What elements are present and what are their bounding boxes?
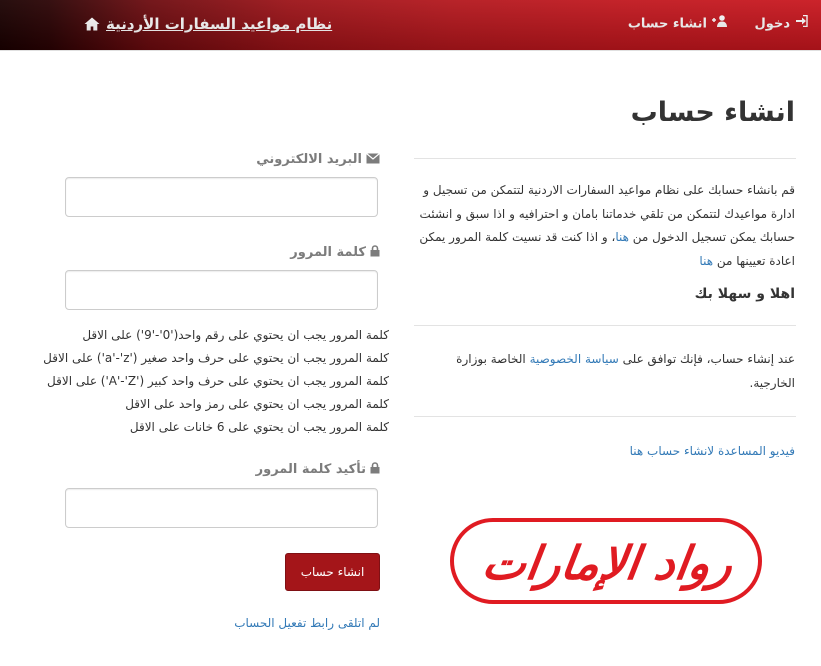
user-plus-icon [712,0,728,48]
password-rule: كلمة المرور يجب ان يحتوي على 6 خانات على… [129,420,389,434]
divider [414,416,796,417]
password-rule: كلمة المرور يجب ان يحتوي على رقم واحد('0… [82,328,389,342]
home-icon [84,2,100,50]
svg-text:رواد الإمارات: رواد الإمارات [479,536,737,592]
welcome-heading: اهلا و سهلا بك [694,286,795,302]
lock-icon [370,245,380,261]
create-account-button[interactable]: انشاء حساب [285,553,380,591]
nav-register-label: انشاء حساب [627,16,707,32]
brand-link[interactable]: نظام مواعيد السفارات الأردنية [84,0,332,50]
divider [414,325,796,326]
nav-login-link[interactable]: دخول [755,0,808,50]
password-label: كلمة المرور [290,245,380,261]
privacy-text: عند إنشاء حساب، فإنك توافق على [618,352,795,366]
email-field[interactable] [65,177,378,217]
confirm-password-field[interactable] [65,488,378,528]
password-rule: كلمة المرور يجب ان يحتوي على حرف واحد صغ… [43,351,389,365]
sign-in-icon [795,0,808,48]
password-rules: كلمة المرور يجب ان يحتوي على رقم واحد('0… [9,324,389,439]
envelope-icon [366,153,380,168]
confirm-password-label: تأكيد كلمة المرور [256,462,380,478]
password-rule: كلمة المرور يجب ان يحتوي على حرف واحد كب… [47,374,389,388]
activation-link[interactable]: لم اتلقى رابط تفعيل الحساب [234,616,380,630]
nav-register-link[interactable]: انشاء حساب [628,0,728,50]
privacy-paragraph: عند إنشاء حساب، فإنك توافق على سياسة الخ… [413,348,795,395]
reset-password-here-link[interactable]: هنا [699,254,713,268]
login-here-link[interactable]: هنا [615,230,629,244]
password-rule: كلمة المرور يجب ان يحتوي على رمز واحد عل… [125,397,389,411]
privacy-policy-link[interactable]: سياسة الخصوصية [530,352,619,366]
brand-title: نظام مواعيد السفارات الأردنية [106,15,333,33]
password-field[interactable] [65,270,378,310]
intro-paragraph: قم بانشاء حسابك على نظام مواعيد السفارات… [413,179,795,273]
email-label: البريد الالكتروني [256,152,380,168]
help-video-link[interactable]: فيديو المساعدة لانشاء حساب هنا [630,444,795,458]
lock-icon [370,462,380,478]
page-title: انشاء حساب [630,97,795,128]
divider [414,158,796,159]
nav-login-label: دخول [754,16,790,32]
watermark-logo: رواد الإمارات [450,518,762,604]
top-navbar: دخول انشاء حساب نظام مواعيد السفارات الأ… [0,0,821,51]
